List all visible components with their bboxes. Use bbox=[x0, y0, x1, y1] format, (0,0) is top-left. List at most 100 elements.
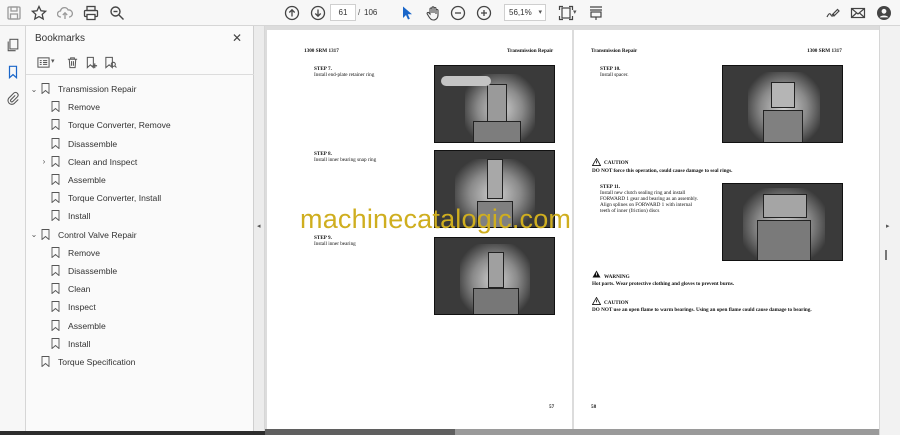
options-icon[interactable] bbox=[34, 53, 52, 71]
bookmark-icon bbox=[51, 119, 61, 131]
step9-text: Install inner bearing bbox=[314, 241, 356, 247]
chevron-down-icon[interactable]: ⌄ bbox=[29, 230, 39, 239]
zoom-in-icon[interactable] bbox=[474, 3, 494, 23]
bookmark-item[interactable]: Torque Converter, Install bbox=[39, 190, 161, 206]
chevron-down-icon[interactable]: ⌄ bbox=[29, 85, 39, 94]
panel-splitter[interactable]: ◂ bbox=[254, 26, 265, 435]
horizontal-scrollbar[interactable] bbox=[265, 429, 879, 435]
read-mode-icon[interactable] bbox=[586, 3, 606, 23]
bookmark-item[interactable]: Disassemble bbox=[39, 263, 117, 279]
bookmark-label: Transmission Repair bbox=[58, 84, 137, 94]
collapse-arrow-icon[interactable]: ◂ bbox=[257, 222, 261, 230]
zoom-level-select[interactable]: 56,1% ▾ bbox=[504, 4, 546, 21]
bookmarks-panel: Bookmarks ✕ ▾ ⌄ Transmission Repair Remove… bbox=[26, 26, 254, 435]
page-separator: / bbox=[358, 8, 361, 17]
bookmark-icon bbox=[51, 192, 61, 204]
step7-text: Install end-plate retainer ring bbox=[314, 72, 375, 78]
fit-chevron-icon[interactable]: ▾ bbox=[573, 8, 577, 16]
bookmark-icon bbox=[51, 301, 61, 313]
step10-photo bbox=[722, 65, 843, 143]
bookmark-icon bbox=[41, 228, 51, 241]
upload-icon[interactable] bbox=[55, 3, 75, 23]
panel-title: Bookmarks bbox=[35, 33, 86, 44]
sign-icon[interactable] bbox=[823, 3, 843, 23]
caution2-title: CAUTION bbox=[604, 300, 629, 306]
bookmark-label: Remove bbox=[68, 102, 100, 113]
delete-icon[interactable] bbox=[63, 53, 81, 71]
email-icon[interactable] bbox=[848, 3, 868, 23]
bookmark-icon bbox=[51, 101, 61, 113]
taskbar-edge bbox=[0, 431, 265, 435]
bookmark-item[interactable]: Torque Converter, Remove bbox=[39, 117, 171, 133]
print-icon[interactable] bbox=[81, 3, 101, 23]
right-collapse-strip: ▸ bbox=[879, 26, 900, 435]
bookmark-icon bbox=[51, 137, 61, 150]
bookmark-icon bbox=[51, 319, 61, 332]
options-chevron-icon[interactable]: ▾ bbox=[51, 57, 55, 65]
bookmark-item[interactable]: Torque Specification bbox=[29, 354, 135, 370]
bookmark-item[interactable]: Assemble bbox=[39, 318, 106, 334]
hand-tool-icon[interactable] bbox=[423, 3, 443, 23]
bookmark-item[interactable]: Install bbox=[39, 208, 90, 224]
close-icon[interactable]: ✕ bbox=[232, 31, 242, 45]
bookmark-item[interactable]: ⌄ Control Valve Repair bbox=[29, 227, 137, 243]
step11-text-4: teeth of inner (friction) discs bbox=[600, 208, 660, 214]
navigation-rail bbox=[0, 26, 26, 435]
chevron-down-icon: ▾ bbox=[538, 9, 542, 16]
scroll-handle[interactable] bbox=[885, 250, 887, 260]
bookmark-icon bbox=[41, 356, 51, 368]
bookmark-item[interactable]: Remove bbox=[39, 245, 100, 261]
attachment-icon[interactable] bbox=[4, 89, 22, 107]
bookmark-label: Disassemble bbox=[68, 138, 118, 149]
current-page-input[interactable]: 61 bbox=[330, 4, 356, 21]
save-icon[interactable] bbox=[4, 3, 24, 23]
bookmark-icon bbox=[51, 155, 61, 168]
step8-text: Install inner bearing snap ring bbox=[314, 157, 377, 163]
chevron-right-icon[interactable]: › bbox=[39, 157, 49, 166]
bookmark-item[interactable]: Inspect bbox=[39, 299, 96, 315]
bookmark-item[interactable]: ⌄ Transmission Repair bbox=[29, 81, 136, 97]
bookmark-item[interactable]: Disassemble bbox=[39, 136, 117, 152]
zoom-out-icon[interactable] bbox=[448, 3, 468, 23]
watermark-text: machinecatalogic.com bbox=[300, 204, 572, 234]
expand-arrow-icon[interactable]: ▸ bbox=[886, 222, 890, 230]
warning-title: WARNING bbox=[604, 274, 630, 280]
star-icon[interactable] bbox=[29, 3, 49, 23]
bookmark-icon bbox=[51, 265, 61, 277]
page-58: Transmission Repair 1300 SRM 1317 STEP 1… bbox=[574, 30, 879, 429]
select-cursor-icon[interactable] bbox=[397, 3, 417, 23]
bookmark-icon bbox=[51, 337, 61, 350]
bookmark-label: Clean and Inspect bbox=[68, 156, 138, 167]
bookmark-item[interactable]: Clean bbox=[39, 281, 90, 297]
main-toolbar: 61 / 106 56,1% ▾ ▾ bbox=[0, 0, 900, 26]
warning-text: Hot parts. Wear protective clothing and … bbox=[592, 281, 735, 287]
new-bookmark-icon[interactable] bbox=[82, 53, 100, 71]
step11-photo bbox=[722, 183, 843, 261]
bookmark-label: Inspect bbox=[68, 302, 96, 313]
bookmark-label: Torque Converter, Remove bbox=[68, 120, 171, 131]
bookmark-label: Assemble bbox=[68, 175, 106, 185]
bookmark-label: Torque Converter, Install bbox=[68, 193, 162, 204]
page-up-icon[interactable] bbox=[282, 3, 302, 23]
copy-pages-icon[interactable] bbox=[4, 36, 22, 54]
bookmark-icon[interactable] bbox=[4, 63, 22, 81]
bookmark-label: Assemble bbox=[68, 320, 106, 331]
bookmark-icon bbox=[51, 210, 61, 222]
bookmark-item[interactable]: Install bbox=[39, 336, 90, 352]
bookmark-search-icon[interactable] bbox=[101, 53, 119, 71]
zoom-search-icon[interactable] bbox=[107, 3, 127, 23]
step7-photo bbox=[434, 65, 555, 143]
right-header-left: Transmission Repair bbox=[591, 48, 638, 54]
scrollbar-thumb[interactable] bbox=[265, 429, 455, 435]
account-icon[interactable] bbox=[874, 3, 894, 23]
bookmark-item[interactable]: Remove bbox=[39, 99, 100, 115]
bookmark-icon bbox=[41, 83, 51, 95]
bookmark-label: Install bbox=[68, 338, 91, 349]
right-page-number: 58 bbox=[591, 404, 597, 410]
bookmark-item[interactable]: Assemble bbox=[39, 172, 106, 188]
right-header-right: 1300 SRM 1317 bbox=[807, 48, 842, 54]
step10-text: Install spacer. bbox=[600, 72, 629, 78]
bookmark-label: Disassemble bbox=[68, 266, 118, 276]
bookmark-item[interactable]: › Clean and Inspect bbox=[39, 154, 137, 170]
page-down-icon[interactable] bbox=[308, 3, 328, 23]
